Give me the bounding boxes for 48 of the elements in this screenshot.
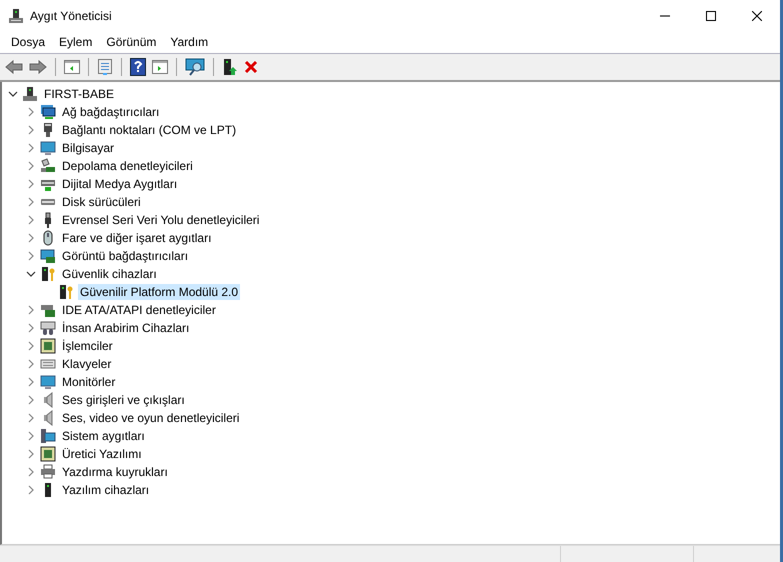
menu-item[interactable]: Eylem	[52, 35, 100, 49]
computer-icon	[22, 86, 38, 102]
menu-item[interactable]: Görünüm	[99, 35, 164, 49]
key-icon	[58, 284, 74, 300]
tree-item[interactable]: Güvenilir Platform Modülü 2.0	[78, 284, 240, 300]
chip-icon	[40, 338, 56, 354]
tree-item[interactable]: FIRST-BABE	[42, 86, 116, 102]
tree-item[interactable]: Bilgisayar	[60, 140, 116, 156]
menu-item[interactable]: Yardım	[163, 35, 216, 49]
tree-item[interactable]: İnsan Arabirim Cihazları	[60, 320, 192, 336]
tree-item[interactable]: Disk sürücüleri	[60, 194, 143, 210]
tree-item[interactable]: Klavyeler	[60, 356, 114, 372]
tree-item[interactable]: Yazdırma kuyrukları	[60, 464, 170, 480]
network-icon	[40, 104, 56, 120]
tree-item[interactable]: Evrensel Seri Veri Yolu denetleyicileri	[60, 212, 262, 228]
tree-item[interactable]: Sistem aygıtları	[60, 428, 147, 444]
computer-icon	[40, 428, 56, 444]
tree-item[interactable]: Bağlantı noktaları (COM ve LPT)	[60, 122, 238, 138]
tree-item[interactable]: Dijital Medya Aygıtları	[60, 176, 180, 192]
chevron-icon[interactable]	[8, 89, 18, 99]
monitor-icon	[40, 374, 56, 390]
tree-item[interactable]: Ağ bağdaştırıcıları	[60, 104, 162, 120]
tree-item[interactable]: IDE ATA/ATAPI denetleyiciler	[60, 302, 218, 318]
tree-item[interactable]: Görüntü bağdaştırıcıları	[60, 248, 190, 264]
key-icon	[40, 266, 56, 282]
tree-item[interactable]: Güvenlik cihazları	[60, 266, 159, 282]
display-card-icon	[40, 248, 56, 264]
chip-icon	[40, 446, 56, 462]
scan-button[interactable]	[183, 56, 207, 78]
tree-item[interactable]: Fare ve diğer işaret aygıtları	[60, 230, 214, 246]
properties-button[interactable]	[95, 56, 115, 78]
help-button[interactable]	[128, 56, 148, 78]
tree-item[interactable]: Ses, video ve oyun denetleyicileri	[60, 410, 242, 426]
tree-item[interactable]: Üretici Yazılımı	[60, 446, 144, 462]
card-icon	[40, 302, 56, 318]
app-icon	[8, 8, 24, 24]
window-title: Aygıt Yöneticisi	[30, 8, 112, 22]
menu-item[interactable]: Dosya	[4, 35, 52, 49]
close-icon[interactable]	[752, 10, 762, 20]
monitor-icon	[40, 140, 56, 156]
tree-item[interactable]: Yazılım cihazları	[60, 482, 152, 498]
tree-item[interactable]: Ses girişleri ve çıkışları	[60, 392, 187, 408]
chevron-icon[interactable]	[26, 269, 36, 279]
printer-icon	[40, 464, 56, 480]
tree-item[interactable]: İşlemciler	[60, 338, 115, 354]
tree-item[interactable]: Monitörler	[60, 374, 118, 390]
maximize-icon[interactable]	[706, 10, 716, 20]
tree-item[interactable]: Depolama denetleyicileri	[60, 158, 195, 174]
